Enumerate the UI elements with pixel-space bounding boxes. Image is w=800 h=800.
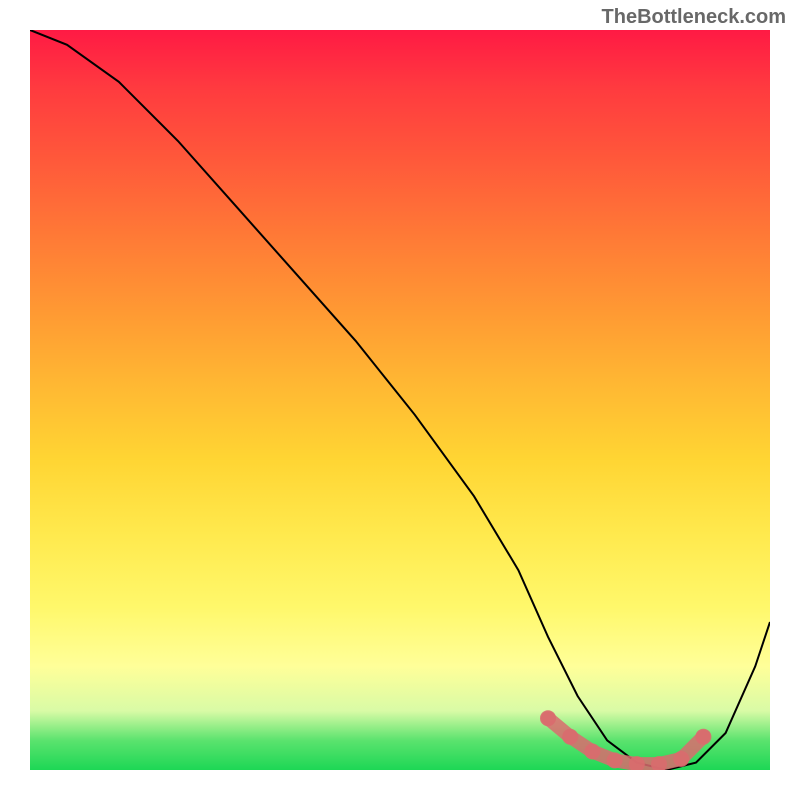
chart-container: TheBottleneck.com: [0, 0, 800, 800]
plot-area: [30, 30, 770, 770]
watermark-text: TheBottleneck.com: [602, 6, 786, 29]
highlight-dots: [30, 30, 770, 770]
